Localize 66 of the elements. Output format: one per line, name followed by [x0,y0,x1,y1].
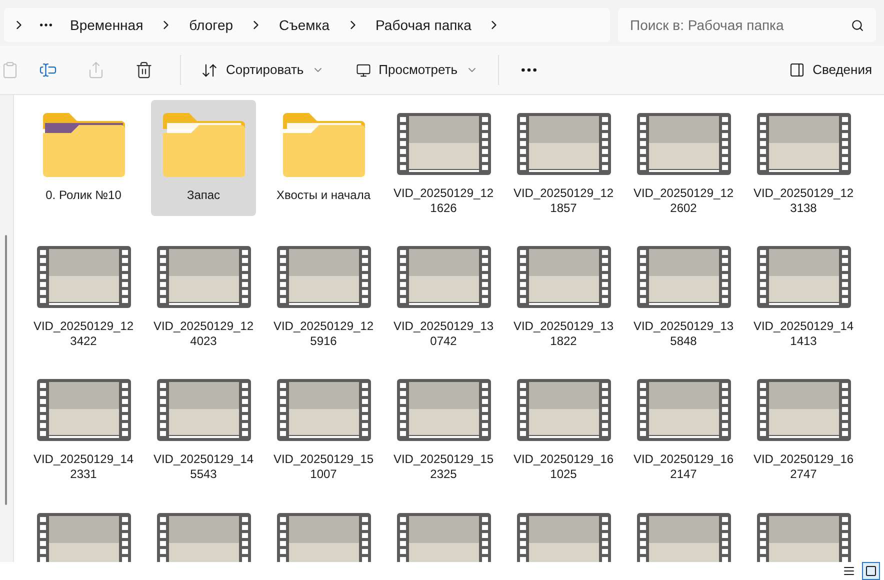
file-name: VID_20250129_121626 [392,186,494,216]
tiles-view-button[interactable] [862,562,880,580]
file-tile[interactable]: VID_20250129_131822 [511,233,616,349]
folder-with-preview-icon [40,111,126,179]
list-lines-icon [843,565,855,577]
file-tile[interactable]: VID_20250129_141413 [751,233,856,349]
file-name: VID_20250129_131822 [512,319,614,349]
file-name: VID_20250129_135848 [632,319,734,349]
file-name: VID_20250129_122602 [632,186,734,216]
file-name: VID_20250129_161025 [512,452,614,482]
file-tile[interactable]: VID_20250129_135848 [631,233,736,349]
breadcrumb-item[interactable]: Временная [66,14,148,36]
file-tile[interactable]: VID_20250129_121857 [511,100,616,216]
rename-icon [39,61,57,79]
monitor-icon [356,62,371,78]
file-tile[interactable]: VID_20250129_124023 [151,233,256,349]
file-tile[interactable]: VID_20250129_145543 [151,366,256,482]
search-icon [851,19,864,32]
breadcrumb-item[interactable]: блогер [185,14,238,36]
file-name: VID_20250129_162747 [752,452,854,482]
scrollbar-thumb[interactable] [5,235,7,505]
file-tile[interactable]: VID_20250129_142331 [31,366,136,482]
trash-icon [135,61,153,79]
file-name: VID_20250129_151007 [272,452,374,482]
file-name: Хвосты и начала [275,188,372,203]
folder-icon [280,111,366,179]
folder-icon [160,111,246,179]
file-tile[interactable]: VID_20250129_161025 [511,366,616,482]
file-name: VID_20250129_162147 [632,452,734,482]
file-name: VID_20250129_130742 [392,319,494,349]
share-icon [87,61,105,79]
file-name: 0. Ролик №10 [44,188,122,203]
file-name: VID_20250129_145543 [152,452,254,482]
file-tile[interactable]: 0. Ролик №10 [31,100,136,216]
details-pane-icon [788,62,805,78]
file-name: VID_20250129_123138 [752,186,854,216]
file-tile[interactable]: VID_20250129_162747 [751,366,856,482]
file-tile[interactable]: VID_20250129_123138 [751,100,856,216]
sort-icon [201,62,218,78]
file-name: VID_20250129_141413 [752,319,854,349]
file-tile[interactable]: VID_20250129_123422 [31,233,136,349]
square-icon [865,565,877,577]
breadcrumb-item[interactable]: Рабочая папка [372,14,476,36]
file-tile[interactable]: VID_20250129_152325 [391,366,496,482]
file-tile[interactable]: VID_20250129_162147 [631,366,736,482]
details-button[interactable]: Сведения [776,52,884,88]
file-name: VID_20250129_121857 [512,186,614,216]
file-name: VID_20250129_125916 [272,319,374,349]
paste-icon [1,61,19,79]
sort-button[interactable]: Сортировать [189,52,336,88]
file-name: VID_20250129_152325 [392,452,494,482]
view-button[interactable]: Просмотреть [344,52,490,88]
file-tile[interactable]: VID_20250129_151007 [271,366,376,482]
file-name: VID_20250129_142331 [32,452,134,482]
file-name: Запас [186,188,222,203]
file-tile[interactable]: VID_20250129_125916 [271,233,376,349]
file-name: VID_20250129_123422 [32,319,134,349]
file-tile[interactable]: VID_20250129_121626 [391,100,496,216]
file-tile[interactable]: Хвосты и начала [271,100,376,216]
address-bar[interactable]: Временная блогер Съемка Рабочая папка [4,8,610,42]
file-name: VID_20250129_124023 [152,319,254,349]
file-tile[interactable]: VID_20250129_122602 [631,100,736,216]
search-field[interactable]: Поиск в: Рабочая папка [618,8,876,42]
file-tile[interactable]: VID_20250129_130742 [391,233,496,349]
file-tile[interactable]: Запас [151,100,256,216]
breadcrumb-item[interactable]: Съемка [275,14,334,36]
